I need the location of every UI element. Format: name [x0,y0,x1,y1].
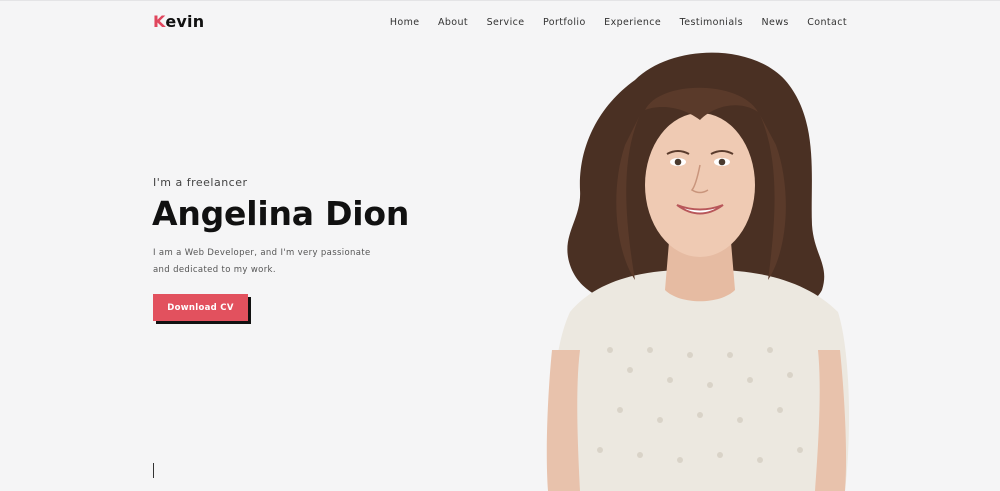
nav-service[interactable]: Service [487,17,525,28]
nav-news[interactable]: News [761,17,788,28]
nav-contact[interactable]: Contact [807,17,847,28]
hero-description-line-2: and dedicated to my work. [153,265,276,275]
logo-text: evin [165,12,205,31]
site-logo[interactable]: Kevin [153,12,204,31]
hero-subtitle: I'm a freelancer [153,176,248,189]
right-arm [815,350,847,491]
nav-portfolio[interactable]: Portfolio [543,17,586,28]
hero-description: I am a Web Developer, and I'm very passi… [153,245,383,279]
main-nav: Home About Service Portfolio Experience … [371,17,847,28]
logo-accent-letter: K [153,12,166,31]
top-border [0,0,1000,1]
left-arm [546,350,580,491]
scroll-indicator [153,463,154,478]
hero-name: Angelina Dion [152,194,410,233]
dress [551,269,850,491]
nav-experience[interactable]: Experience [604,17,661,28]
nav-about[interactable]: About [438,17,468,28]
portrait-image [546,52,850,491]
download-cv-button[interactable]: Download CV [153,294,248,321]
nav-home[interactable]: Home [390,17,420,28]
face [645,113,755,257]
hero-description-line-1: I am a Web Developer, and I'm very passi… [153,248,371,258]
nav-testimonials[interactable]: Testimonials [680,17,743,28]
